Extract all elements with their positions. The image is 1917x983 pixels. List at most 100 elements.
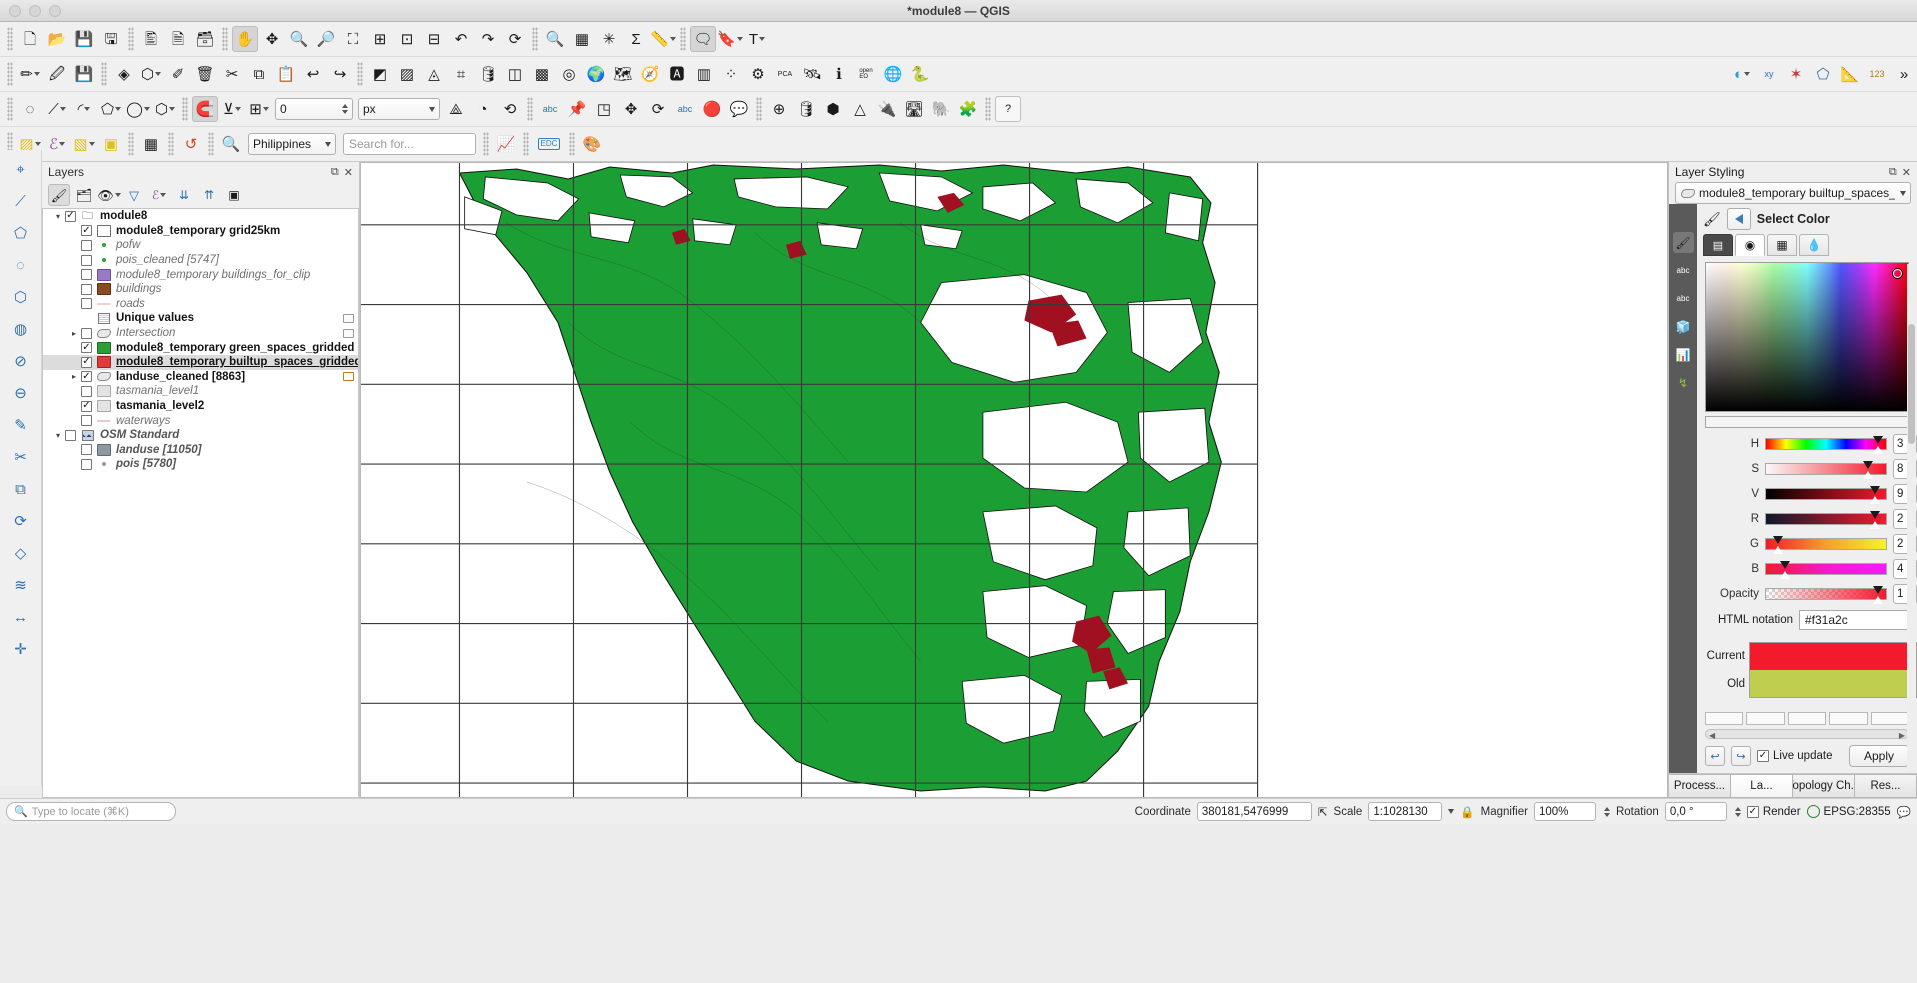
identify-features-button[interactable]: 🔍	[542, 26, 568, 52]
processing-toolbox-button[interactable]: ⚙	[745, 61, 771, 87]
toolbar-grip-4[interactable]	[532, 27, 538, 51]
measure-button[interactable]: 📏	[650, 26, 676, 52]
toolbar4-grip-4[interactable]	[208, 132, 214, 156]
coordinate-value[interactable]: 380181,5476999	[1196, 802, 1312, 821]
saturation-slider-thumb[interactable]	[1863, 461, 1874, 480]
move-label-button[interactable]: ✥	[618, 96, 644, 122]
layer-row-6[interactable]: roads	[43, 297, 358, 312]
add-mesh-layer-button[interactable]: ◬	[421, 61, 447, 87]
layer-row-17[interactable]: pois [5780]	[43, 457, 358, 472]
refresh-button[interactable]: ⟳	[502, 26, 528, 52]
offline-editing-button[interactable]: 🔌	[874, 96, 900, 122]
select-polygon-button[interactable]: ⬠	[1810, 61, 1836, 87]
reverse-digitize-button[interactable]: ↺	[178, 131, 204, 157]
styling-close-icon[interactable]: ✕	[1902, 166, 1911, 179]
edc-plugin-button[interactable]: EDC	[533, 131, 565, 157]
remove-layer-button[interactable]: ▣	[223, 184, 245, 206]
layer-expander-0[interactable]: ▾	[51, 212, 65, 221]
layer-checkbox-4[interactable]	[81, 269, 92, 281]
apply-button[interactable]: Apply	[1848, 745, 1909, 767]
chevron-down-icon-3[interactable]	[759, 37, 766, 41]
show-hide-labels-button[interactable]: ◳	[591, 96, 617, 122]
redo-button[interactable]: ↪	[327, 61, 353, 87]
layer-tree[interactable]: ▾ ✓ 🗀 module8 ✓ module8_temporary grid25km pof…	[42, 208, 359, 798]
layer-checkbox-14[interactable]	[81, 415, 92, 427]
palette-slot-4[interactable]	[1829, 711, 1868, 725]
opacity-slider-thumb[interactable]	[1872, 586, 1884, 605]
rotation-spinner[interactable]	[1734, 806, 1741, 817]
rotation-value[interactable]: 0,0 °	[1664, 802, 1727, 821]
deselect-all-button[interactable]: ▧	[71, 131, 97, 157]
layer-row-16[interactable]: landuse [11050]	[43, 443, 358, 458]
merge-tool[interactable]: ⧉	[8, 476, 34, 502]
scale-chevron-down-icon[interactable]	[1448, 809, 1455, 814]
numeric-field-button[interactable]: 123	[1864, 61, 1890, 87]
layer-expander-8[interactable]: ▸	[67, 329, 81, 338]
lock-scale-icon[interactable]: 🔒	[1460, 805, 1474, 819]
layer-row-14[interactable]: waterways	[43, 413, 358, 428]
chevron-down-icon-8[interactable]	[84, 107, 91, 111]
modify-attributes-button[interactable]: ✐	[165, 61, 191, 87]
layer-checkbox-17[interactable]	[81, 458, 92, 470]
highlight-pinned-button[interactable]: 🔴	[699, 96, 725, 122]
add-delimited-text-button[interactable]: ⌗	[448, 61, 474, 87]
dig-line-tool[interactable]: ⟋	[8, 188, 34, 214]
trim-extend-tool[interactable]: ✛	[8, 636, 34, 662]
layer-row-11[interactable]: ▸ ✓ landuse_cleaned [8863]	[43, 370, 358, 385]
layer-row-end-7[interactable]	[343, 313, 358, 323]
new-print-layout-button[interactable]: 🖺	[138, 26, 164, 52]
chevron-down-icon-9[interactable]	[115, 107, 122, 111]
reshape-tool[interactable]: ✎	[8, 412, 34, 438]
render-toggle[interactable]: ✓ Render	[1746, 805, 1801, 818]
zoom-last-button[interactable]: ↶	[448, 26, 474, 52]
select-features-button[interactable]: ◐	[1729, 61, 1755, 87]
layer-row-1[interactable]: ✓ module8_temporary grid25km	[43, 224, 358, 239]
layer-row-13[interactable]: ✓ tasmania_level2	[43, 399, 358, 414]
zoom-out-button[interactable]: 🔎	[313, 26, 339, 52]
add-oracle-button[interactable]: ◎	[556, 61, 582, 87]
layer-checkbox-1[interactable]: ✓	[81, 225, 92, 237]
add-ring-tool[interactable]: ◌	[8, 252, 34, 278]
scale-value[interactable]: 1:1028130	[1368, 802, 1443, 821]
layout-manager-button[interactable]: 🗎	[165, 26, 191, 52]
add-point-cloud-button[interactable]: ⁘	[718, 61, 744, 87]
layer-checkbox-15[interactable]	[65, 429, 76, 441]
python-console-button[interactable]: 🐍	[907, 61, 933, 87]
layer-row-9[interactable]: ✓ module8_temporary green_spaces_gridded	[43, 340, 358, 355]
toolbar2-grip[interactable]	[7, 62, 13, 86]
layer-row-0[interactable]: ▾ ✓ 🗀 module8	[43, 209, 358, 224]
zoom-next-button[interactable]: ↷	[475, 26, 501, 52]
save-layer-edits-button[interactable]: 💾	[71, 61, 97, 87]
add-wcs-button[interactable]: 🗺	[610, 61, 636, 87]
styling-header-buttons[interactable]: ⧉ ✕	[1889, 166, 1911, 179]
paste-features-button[interactable]: 📋	[273, 61, 299, 87]
rotate-tool[interactable]: ⟳	[8, 508, 34, 534]
vertex-tool-button[interactable]: ⬡	[138, 61, 164, 87]
dig-point-tool[interactable]: ⌖	[8, 156, 34, 182]
georeferencer-button[interactable]: ⊕	[766, 96, 792, 122]
toolbar3-grip[interactable]	[7, 97, 13, 121]
add-group-button[interactable]: 🗂	[73, 184, 95, 206]
current-old-swatches[interactable]	[1749, 641, 1917, 698]
simplify-tool[interactable]: ◇	[8, 540, 34, 566]
live-update-checkbox[interactable]: ✓	[1757, 750, 1769, 762]
search-input[interactable]: Search for...	[343, 133, 476, 155]
snapping-toggle-button[interactable]: 🧲	[192, 96, 218, 122]
attribute-table-2-button[interactable]: ▦	[138, 131, 164, 157]
toolbar-grip-3[interactable]	[222, 27, 228, 51]
chevron-down-icon-17[interactable]	[88, 142, 95, 146]
color-swatches-tab[interactable]: ▦	[1767, 234, 1797, 256]
layer-checkbox-16[interactable]	[81, 444, 92, 456]
layer-labeling-button[interactable]: abc	[537, 96, 563, 122]
toolbar-grip-5[interactable]	[680, 27, 686, 51]
split-tool[interactable]: ✂	[8, 444, 34, 470]
magnifier-spinner[interactable]	[1603, 806, 1610, 817]
self-snapping-button[interactable]: ⟲	[497, 96, 523, 122]
value-slider[interactable]	[1765, 486, 1887, 505]
chevron-down-icon-7[interactable]	[59, 107, 66, 111]
palette-slot-1[interactable]	[1705, 711, 1744, 725]
layer-row-4[interactable]: module8_temporary buildings_for_clip	[43, 267, 358, 282]
undo-style-button[interactable]: ↩	[1705, 746, 1725, 766]
chevron-down-icon-20[interactable]	[160, 193, 167, 197]
diagrams-tab[interactable]: 📊	[1673, 344, 1694, 365]
